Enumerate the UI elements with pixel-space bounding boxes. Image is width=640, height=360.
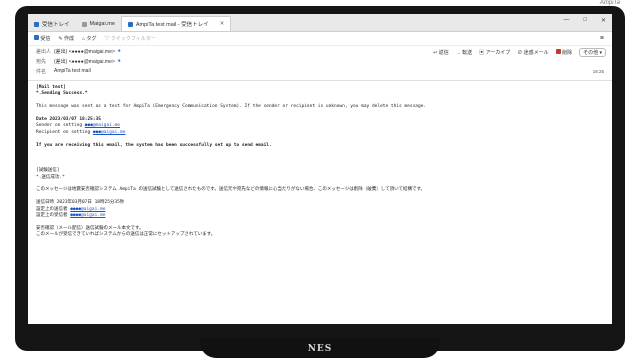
sender-email-link[interactable]: ●●●@maigai.me	[85, 123, 120, 128]
contact-badge-icon: ●	[117, 58, 121, 64]
recipient-email-link[interactable]: ●●●@aigai.me	[93, 130, 126, 135]
tab-inbox[interactable]: 受信トレイ	[28, 17, 76, 31]
close-window-button[interactable]: ✕	[601, 17, 606, 24]
quick-filter-button[interactable]: ▽ クイックフィルター	[104, 35, 155, 42]
tab-label: Maigai.me	[89, 21, 115, 27]
get-messages-button[interactable]: 受信	[34, 35, 50, 42]
junk-button[interactable]: ⊘ 迷惑メール	[517, 49, 548, 56]
mail-icon	[127, 21, 133, 27]
mail-toolbar: 受信 ✎ 作成 ⌂ タグ ▽ クイックフィルター ≡	[28, 32, 612, 46]
tab-bar: 受信トレイ Maigai.me AmpiTa test mail - 受信トレイ…	[28, 14, 612, 32]
contact-badge-icon: ●	[117, 48, 121, 54]
mail-client-window: 受信トレイ Maigai.me AmpiTa test mail - 受信トレイ…	[28, 14, 612, 324]
minimize-button[interactable]: —	[563, 17, 569, 24]
inbox-icon	[34, 21, 39, 27]
tab-maigai[interactable]: Maigai.me	[76, 17, 121, 31]
subject-label: 件名	[36, 68, 47, 75]
tab-label: AmpiTa test mail - 受信トレイ	[135, 22, 209, 28]
message-header: 差出人 (差出) <●●●●@maigai.me> ● 宛先 (差出) <●●●…	[28, 46, 612, 76]
message-actions: ↩ 返信 → 転送 ▣ アーカイブ ⊘ 迷惑メール 削除 その他 ▾	[433, 48, 606, 57]
trash-icon	[555, 49, 561, 54]
app-menu-icon[interactable]: ≡	[600, 35, 604, 42]
message-date: 18:25	[592, 69, 604, 74]
subject-value: AmpiTa test mail	[54, 68, 91, 74]
tag-button[interactable]: ⌂ タグ	[82, 35, 96, 42]
window-controls: — □ ✕	[563, 17, 606, 24]
forward-button[interactable]: → 転送	[456, 49, 472, 56]
body-line: このメールが受信できていればシステムからの送信は正常にセットアップされています。	[36, 232, 216, 238]
more-button[interactable]: その他 ▾	[579, 48, 606, 57]
from-label: 差出人	[36, 48, 52, 55]
recipient-email-link-ja[interactable]: ●●●●@aigai.me	[70, 213, 105, 218]
sender-email-link-ja[interactable]: ●●●●@aigai.me	[70, 207, 105, 212]
folder-icon	[81, 21, 87, 27]
archive-button[interactable]: ▣ アーカイブ	[479, 49, 510, 56]
close-tab-icon[interactable]: ✕	[220, 21, 225, 27]
to-value[interactable]: (差出) <●●●●@maigai.me>	[54, 58, 115, 65]
delete-button[interactable]: 削除	[555, 49, 572, 56]
maximize-button[interactable]: □	[583, 17, 587, 24]
download-icon	[34, 35, 39, 40]
message-body: [Mail test] *.Sending Success.* This mes…	[28, 81, 612, 243]
write-button[interactable]: ✎ 作成	[58, 35, 74, 42]
tab-label: 受信トレイ	[42, 22, 70, 28]
tab-test-mail[interactable]: AmpiTa test mail - 受信トレイ ✕	[120, 16, 232, 31]
from-value[interactable]: (差出) <●●●●@maigai.me>	[54, 48, 115, 55]
reply-button[interactable]: ↩ 返信	[433, 49, 449, 56]
monitor-stand: NES	[200, 338, 440, 358]
to-label: 宛先	[36, 58, 47, 65]
brand-watermark: NES	[307, 344, 333, 354]
corner-mark: AmpiTa	[599, 0, 620, 6]
